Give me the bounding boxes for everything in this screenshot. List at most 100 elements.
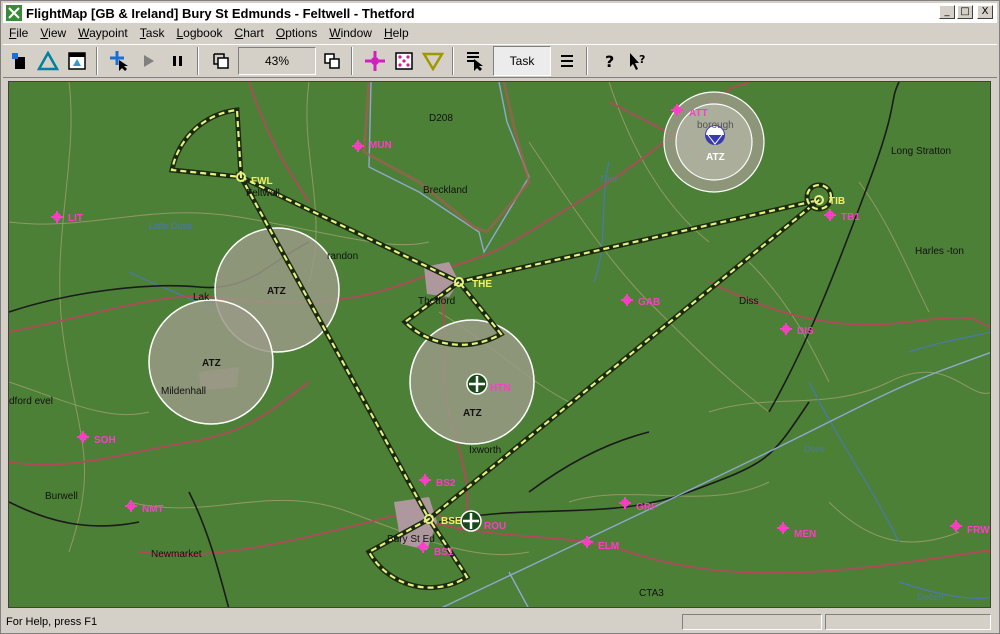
atz-label-mildenhall: ATZ [202,358,221,369]
waypoint-label-elm: ELM [598,541,619,552]
label-ixworth: Ixworth [469,445,501,456]
select-task-button[interactable] [463,48,489,74]
window-restore-icon [213,53,229,69]
waypoint-label-fwl: FWL [251,176,273,187]
dice-icon [395,52,413,70]
map-window-button[interactable] [64,48,90,74]
pause-icon [173,56,182,66]
zoom-level-display[interactable]: 43% [238,47,316,75]
menu-view[interactable]: View [34,26,72,40]
waypoint-label-lit: LIT [68,213,83,224]
status-pane-1 [682,614,822,630]
waypoint-label-tb1: TB1 [841,212,860,223]
waypoint-label-bse: BSE [441,516,462,527]
airspace-boundary-low [508,571,529,607]
help-button[interactable]: ? [597,48,623,74]
label-deben-river: Deben [917,592,944,602]
list-pointer-icon [467,52,483,71]
airfield-tool-button[interactable] [362,48,388,74]
label-lakenheath: Lak [193,292,210,303]
gps-connect-button[interactable] [6,48,32,74]
maximize-button[interactable]: □ [957,5,973,19]
label-diss: Diss [739,296,758,307]
question-icon: ? [605,52,614,70]
menu-window[interactable]: Window [323,26,378,40]
atz-label-lakenheath: ATZ [267,286,286,297]
map-window-icon [68,52,86,70]
status-bar: For Help, press F1 [3,612,997,632]
gps-icon [12,53,25,69]
close-button[interactable]: X [977,5,993,19]
waypoint-label-htn: HTN [490,383,511,394]
chart-map[interactable]: D208 Breckland Feltwell randon Lak Thetf… [8,81,991,608]
waypoint-label-mun: MUN [369,140,392,151]
task-turnpoint-markers [236,172,824,524]
waypoint-label-bs1: BS1 [434,547,454,558]
zoom-out-button[interactable] [208,48,234,74]
down-triangle-icon [422,52,444,71]
svg-text:?: ? [605,52,614,70]
play-button[interactable] [136,48,162,74]
atz-label-honington: ATZ [463,408,482,419]
menu-file[interactable]: File [3,26,34,40]
window-controls: _ □ X [939,5,993,19]
waypoint-label-dis: DIS [797,326,814,337]
flightmap-app-icon [6,5,22,21]
atz-label-attleborough: ATZ [706,152,725,163]
window-title: FlightMap [GB & Ireland] Bury St Edmunds… [26,5,415,21]
app-window: FlightMap [GB & Ireland] Bury St Edmunds… [0,0,1000,634]
title-bar[interactable]: FlightMap [GB & Ireland] Bury St Edmunds… [3,3,997,23]
menu-chart[interactable]: Chart [229,26,270,40]
context-help-button[interactable]: ? [626,48,652,74]
label-mildenhall: Mildenhall [161,386,206,397]
label-feltwell: Feltwell [246,188,280,199]
minimize-button[interactable]: _ [939,5,955,19]
menu-options[interactable]: Options [270,26,323,40]
add-waypoint-button[interactable] [107,48,133,74]
waypoint-label-rou: ROU [484,521,506,532]
label-harleston: Harles -ton [915,246,964,257]
waypoint-label-men: MEN [794,529,816,540]
play-icon [144,55,154,67]
task-route-dash [238,174,820,521]
label-little-ouse: Little Ouse [149,221,192,231]
map-canvas: D208 Breckland Feltwell randon Lak Thetf… [9,82,990,607]
waypoint-label-grf: GRF [636,502,657,513]
status-help-text: For Help, press F1 [6,616,98,628]
triangle-icon [37,51,59,71]
menu-bar: File View Waypoint Task Logbook Chart Op… [3,24,997,42]
pointer-question-icon: ? [630,53,645,70]
toolbar: 43% Task ? ? [3,44,997,78]
menu-logbook[interactable]: Logbook [170,26,228,40]
waypoint-label-bs2: BS2 [436,478,456,489]
task-list-button[interactable] [554,48,580,74]
label-thet-river: Thet [599,174,618,184]
vertical-edge [991,81,999,608]
dice-tool-button[interactable] [391,48,417,74]
waypoint-label-soh: SOH [94,435,116,446]
waypoint-triangle-button[interactable] [35,48,61,74]
task-button[interactable]: Task [493,46,551,76]
waypoint-label-gab: GAB [638,297,660,308]
toolbar-separator [197,47,199,75]
svg-text:?: ? [639,53,645,66]
label-breckland: Breckland [423,185,467,196]
status-pane-2 [825,614,991,630]
turnpoint-tool-button[interactable] [420,48,446,74]
zoom-in-button[interactable] [319,48,345,74]
label-borough: borough [697,120,734,131]
label-d208: D208 [429,113,453,124]
menu-help[interactable]: Help [378,26,415,40]
pause-button[interactable] [165,48,191,74]
task-route [235,171,821,523]
menu-task[interactable]: Task [134,26,171,40]
waypoint-label-frw: FRW [967,525,990,536]
waypoint-label-the: THE [472,279,492,290]
list-icon [561,55,573,67]
menu-waypoint[interactable]: Waypoint [72,26,134,40]
label-brandon: randon [327,251,358,262]
label-cta3: CTA3 [639,588,664,599]
magenta-cross-icon [365,51,385,71]
waypoint-label-tib: TIB [829,196,845,207]
toolbar-separator [96,47,98,75]
